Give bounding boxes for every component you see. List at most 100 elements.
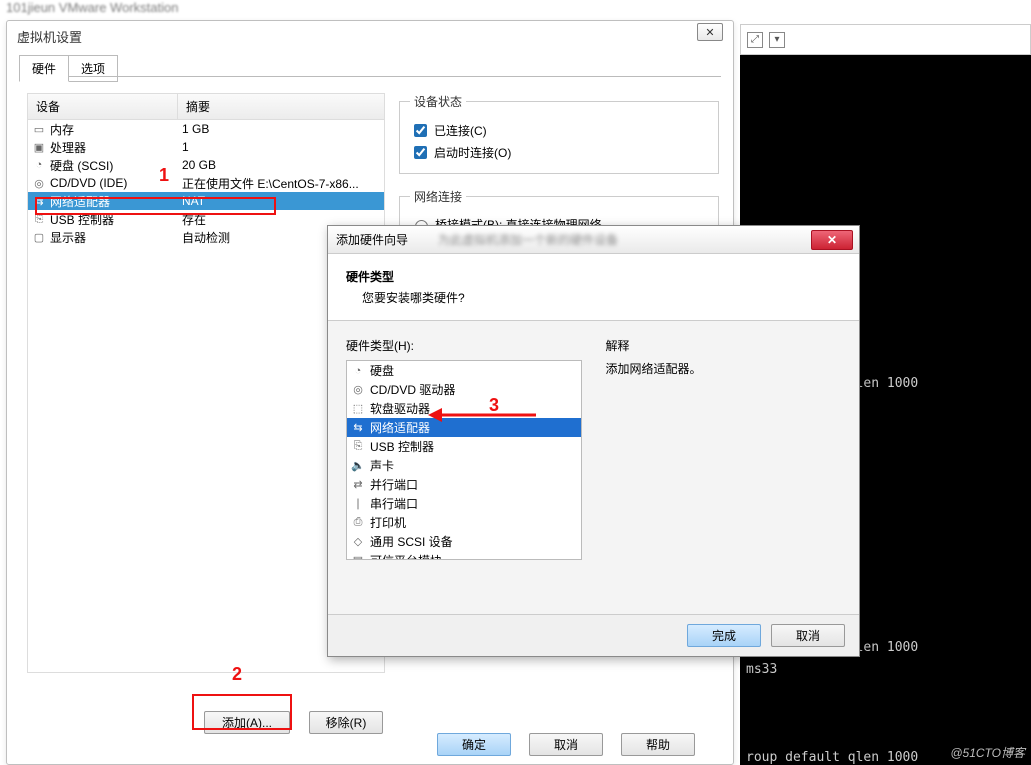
cancel-button[interactable]: 取消 bbox=[529, 733, 603, 756]
hardware-label: 声卡 bbox=[370, 457, 394, 474]
wizard-footer: 完成 取消 bbox=[328, 614, 859, 656]
terminal-toolbar: ⤢ ▾ bbox=[740, 24, 1031, 55]
net-legend: 网络连接 bbox=[410, 188, 466, 205]
hardware-type-item[interactable]: ⇄ 并行端口 bbox=[347, 475, 581, 494]
hardware-icon: ⇄ bbox=[351, 478, 365, 492]
wizard-title: 添加硬件向导 为此虚拟机添加一个新的硬件设备 bbox=[328, 226, 859, 254]
dialog-title: 虚拟机设置 bbox=[17, 27, 82, 46]
device-summary: 1 GB bbox=[182, 122, 380, 136]
dropdown-icon[interactable]: ▾ bbox=[769, 32, 785, 48]
connect-at-power-checkbox[interactable]: 启动时连接(O) bbox=[410, 143, 708, 162]
hardware-type-item[interactable]: ▤ 可信平台模块 bbox=[347, 551, 581, 560]
explain-text: 添加网络适配器。 bbox=[606, 360, 842, 377]
hardware-type-label: 硬件类型(H): bbox=[346, 337, 582, 354]
device-status-group: 设备状态 已连接(C) 启动时连接(O) bbox=[399, 93, 719, 174]
remove-button[interactable]: 移除(R) bbox=[309, 711, 383, 734]
hardware-icon: ◔ bbox=[351, 364, 365, 378]
hardware-icon: ◇ bbox=[351, 535, 365, 549]
col-device: 设备 bbox=[28, 94, 178, 119]
tab-hardware[interactable]: 硬件 bbox=[19, 55, 69, 82]
device-name: 网络适配器 bbox=[50, 193, 110, 210]
hardware-label: CD/DVD 驱动器 bbox=[370, 381, 455, 398]
connected-checkbox[interactable]: 已连接(C) bbox=[410, 121, 708, 140]
tab-options[interactable]: 选项 bbox=[68, 55, 118, 82]
hardware-label: 串行端口 bbox=[370, 495, 418, 512]
hardware-icon: ⬚ bbox=[351, 402, 365, 416]
add-button[interactable]: 添加(A)... bbox=[204, 711, 290, 734]
hardware-label: USB 控制器 bbox=[370, 438, 434, 455]
explain-column: 解释 添加网络适配器。 bbox=[606, 337, 842, 560]
watermark: @51CTO博客 bbox=[950, 744, 1025, 761]
device-row[interactable]: ▭ 内存 1 GB bbox=[28, 120, 384, 138]
hardware-type-list[interactable]: ◔ 硬盘 ◎ CD/DVD 驱动器 ⬚ 软盘驱动器 ⇆ 网络适配器 ⎘ USB 控制器 🔈 声卡 ⇄ 并行… bbox=[346, 360, 582, 560]
hardware-label: 硬盘 bbox=[370, 362, 394, 379]
hardware-type-column: 硬件类型(H): ◔ 硬盘 ◎ CD/DVD 驱动器 ⬚ 软盘驱动器 ⇆ 网络适配器 ⎘ USB … bbox=[346, 337, 582, 560]
device-summary: 1 bbox=[182, 140, 380, 154]
close-icon[interactable]: ✕ bbox=[697, 23, 723, 41]
connect-at-power-label: 启动时连接(O) bbox=[434, 144, 511, 161]
wizard-body: 硬件类型(H): ◔ 硬盘 ◎ CD/DVD 驱动器 ⬚ 软盘驱动器 ⇆ 网络适配器 ⎘ USB … bbox=[328, 321, 859, 576]
device-icon: ◔ bbox=[32, 158, 46, 172]
device-summary: NAT bbox=[182, 194, 380, 208]
wizard-header: 硬件类型 您要安装哪类硬件? bbox=[328, 254, 859, 321]
device-list-header: 设备 摘要 bbox=[28, 94, 384, 120]
device-row[interactable]: ◔ 硬盘 (SCSI) 20 GB bbox=[28, 156, 384, 174]
device-row[interactable]: ◎ CD/DVD (IDE) 正在使用文件 E:\CentOS-7-x86... bbox=[28, 174, 384, 192]
status-legend: 设备状态 bbox=[410, 93, 466, 110]
device-name: 处理器 bbox=[50, 139, 86, 156]
device-summary: 20 GB bbox=[182, 158, 380, 172]
hardware-type-item[interactable]: ⬚ 软盘驱动器 bbox=[347, 399, 581, 418]
hardware-icon: ⇆ bbox=[351, 421, 365, 435]
device-icon: ▣ bbox=[32, 140, 46, 154]
hardware-type-item[interactable]: ∣ 串行端口 bbox=[347, 494, 581, 513]
connected-label: 已连接(C) bbox=[434, 122, 487, 139]
hardware-icon: ▤ bbox=[351, 554, 365, 561]
wizard-cancel-button[interactable]: 取消 bbox=[771, 624, 845, 647]
hardware-type-item[interactable]: ⎘ USB 控制器 bbox=[347, 437, 581, 456]
hardware-type-item[interactable]: 🔈 声卡 bbox=[347, 456, 581, 475]
explain-label: 解释 bbox=[606, 337, 842, 354]
help-button[interactable]: 帮助 bbox=[621, 733, 695, 756]
hardware-label: 并行端口 bbox=[370, 476, 418, 493]
device-summary: 正在使用文件 E:\CentOS-7-x86... bbox=[182, 175, 380, 192]
ok-button[interactable]: 确定 bbox=[437, 733, 511, 756]
device-icon: ⇆ bbox=[32, 194, 46, 208]
hardware-icon: ⎘ bbox=[351, 440, 365, 454]
finish-button[interactable]: 完成 bbox=[687, 624, 761, 647]
device-name: 硬盘 (SCSI) bbox=[50, 157, 113, 174]
hardware-icon: ⎙ bbox=[351, 516, 365, 530]
device-name: 显示器 bbox=[50, 229, 86, 246]
hardware-type-item[interactable]: ◎ CD/DVD 驱动器 bbox=[347, 380, 581, 399]
device-row[interactable]: ⇆ 网络适配器 NAT bbox=[28, 192, 384, 210]
hardware-label: 软盘驱动器 bbox=[370, 400, 430, 417]
hardware-type-item[interactable]: ◇ 通用 SCSI 设备 bbox=[347, 532, 581, 551]
wizard-subtitle-blur: 为此虚拟机添加一个新的硬件设备 bbox=[438, 231, 618, 248]
hardware-label: 打印机 bbox=[370, 514, 406, 531]
hardware-type-item[interactable]: ⇆ 网络适配器 bbox=[347, 418, 581, 437]
device-icon: ▭ bbox=[32, 122, 46, 136]
hardware-type-item[interactable]: ◔ 硬盘 bbox=[347, 361, 581, 380]
device-name: USB 控制器 bbox=[50, 211, 114, 228]
device-row[interactable]: ▣ 处理器 1 bbox=[28, 138, 384, 156]
wizard-close-button[interactable]: ✕ bbox=[811, 230, 853, 250]
hardware-icon: ∣ bbox=[351, 497, 365, 511]
device-name: CD/DVD (IDE) bbox=[50, 176, 127, 190]
hardware-type-item[interactable]: ⎙ 打印机 bbox=[347, 513, 581, 532]
hardware-label: 可信平台模块 bbox=[370, 552, 442, 560]
device-icon: ◎ bbox=[32, 176, 46, 190]
wizard-heading: 硬件类型 bbox=[346, 268, 841, 285]
hardware-icon: 🔈 bbox=[351, 459, 365, 473]
hardware-label: 网络适配器 bbox=[370, 419, 430, 436]
hardware-label: 通用 SCSI 设备 bbox=[370, 533, 453, 550]
wizard-subheading: 您要安装哪类硬件? bbox=[362, 289, 841, 306]
settings-tabs: 硬件 选项 bbox=[19, 55, 117, 82]
col-summary: 摘要 bbox=[178, 94, 384, 119]
device-icon: ▢ bbox=[32, 230, 46, 244]
expand-icon[interactable]: ⤢ bbox=[747, 32, 763, 48]
tab-separator bbox=[19, 76, 721, 77]
device-name: 内存 bbox=[50, 121, 74, 138]
wizard-title-text: 添加硬件向导 bbox=[336, 231, 408, 248]
app-titlebar: 101jieun VMware Workstation bbox=[6, 0, 178, 20]
hardware-icon: ◎ bbox=[351, 383, 365, 397]
add-hardware-wizard: 添加硬件向导 为此虚拟机添加一个新的硬件设备 ✕ 硬件类型 您要安装哪类硬件? … bbox=[327, 225, 860, 657]
